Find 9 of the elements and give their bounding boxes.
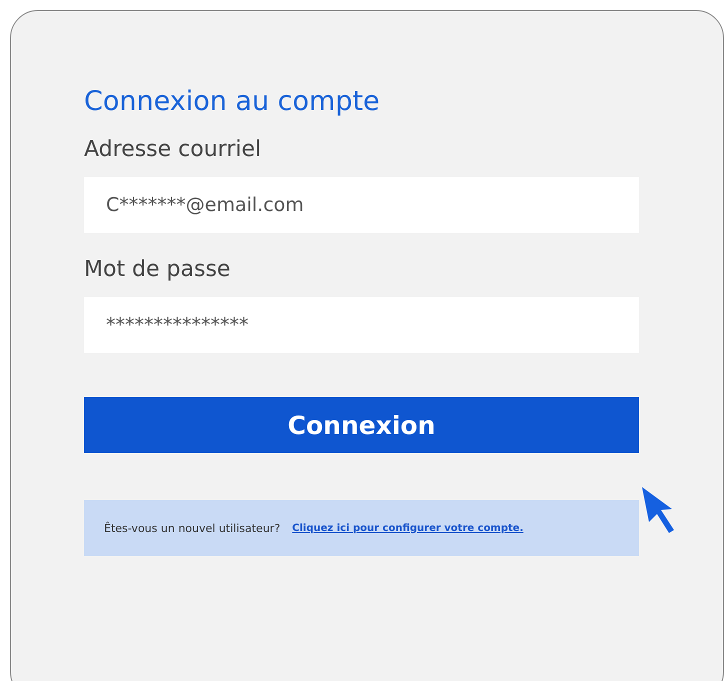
login-button[interactable]: Connexion	[84, 397, 639, 453]
input-field[interactable]: ***************	[84, 297, 639, 353]
form-title: Connexion au compte	[84, 85, 380, 119]
field-label: Adresse courriel	[84, 136, 262, 164]
input-field[interactable]: C*******@email.com	[84, 177, 639, 233]
mouse-pointer-icon	[641, 486, 677, 536]
signup-prompt: Êtes-vous un nouvel utilisateur?	[104, 522, 280, 534]
signup-link[interactable]: Cliquez ici pour configurer votre compte.	[292, 522, 524, 534]
field-label: Mot de passe	[84, 256, 230, 284]
